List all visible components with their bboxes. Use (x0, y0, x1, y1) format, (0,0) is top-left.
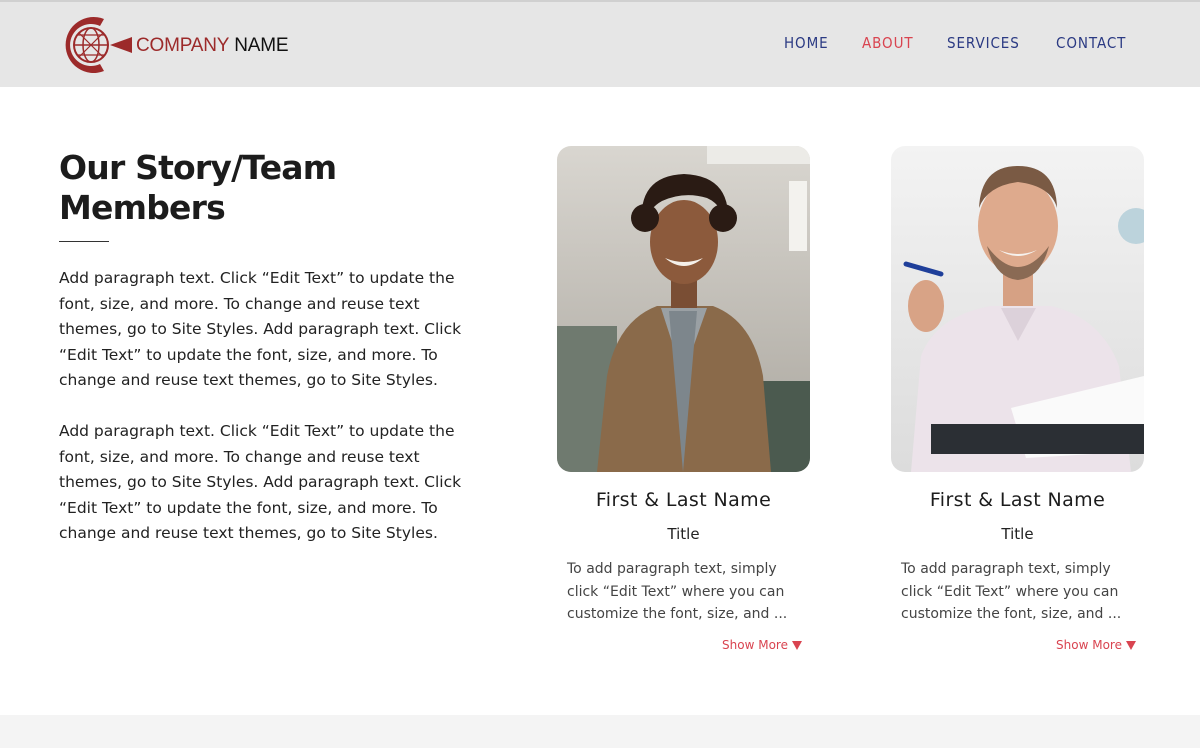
woman-portrait-icon (557, 146, 810, 472)
nav-about[interactable]: ABOUT (862, 33, 914, 53)
member-photo (891, 146, 1144, 472)
show-more-button[interactable]: Show More (722, 638, 802, 652)
story-paragraph-2: Add paragraph text. Click “Edit Text” to… (59, 421, 462, 543)
member-title: Title (1001, 525, 1034, 543)
team-member-card: First & Last Name Title To add paragraph… (557, 146, 810, 652)
show-more-button[interactable]: Show More (1056, 638, 1136, 652)
heading-divider (59, 241, 109, 242)
triangle-down-icon (792, 640, 802, 650)
show-more-label: Show More (722, 638, 788, 652)
section-heading: Our Story/Team Members (59, 148, 337, 227)
member-description: To add paragraph text, simply click “Edi… (901, 561, 1122, 622)
main-nav: HOME ABOUT SERVICES CONTACT (784, 33, 1134, 53)
footer-band (0, 715, 1200, 748)
name-word: NAME (234, 34, 289, 56)
story-paragraph-1: Add paragraph text. Click “Edit Text” to… (59, 269, 462, 390)
company-logo[interactable]: COMPANY NAME (60, 13, 289, 77)
nav-services[interactable]: SERVICES (947, 33, 1020, 53)
member-title: Title (667, 525, 700, 543)
man-portrait-icon (891, 146, 1144, 472)
member-description: To add paragraph text, simply click “Edi… (567, 561, 788, 622)
team-member-card: First & Last Name Title To add paragraph… (891, 146, 1144, 652)
member-name: First & Last Name (929, 489, 1106, 511)
member-photo (557, 146, 810, 472)
globe-logo-icon (65, 17, 132, 74)
triangle-down-icon (1126, 640, 1136, 650)
show-more-label: Show More (1056, 638, 1122, 652)
site-header: COMPANY NAME HOME ABOUT SERVICES CONTACT (0, 0, 1200, 87)
company-name: COMPANY NAME (136, 34, 289, 56)
our-story-section: Our Story/Team Members Add paragraph tex… (59, 148, 499, 547)
nav-home[interactable]: HOME (784, 33, 829, 53)
nav-contact[interactable]: CONTACT (1056, 33, 1126, 53)
company-word: COMPANY (136, 34, 230, 56)
member-name: First & Last Name (595, 489, 772, 511)
